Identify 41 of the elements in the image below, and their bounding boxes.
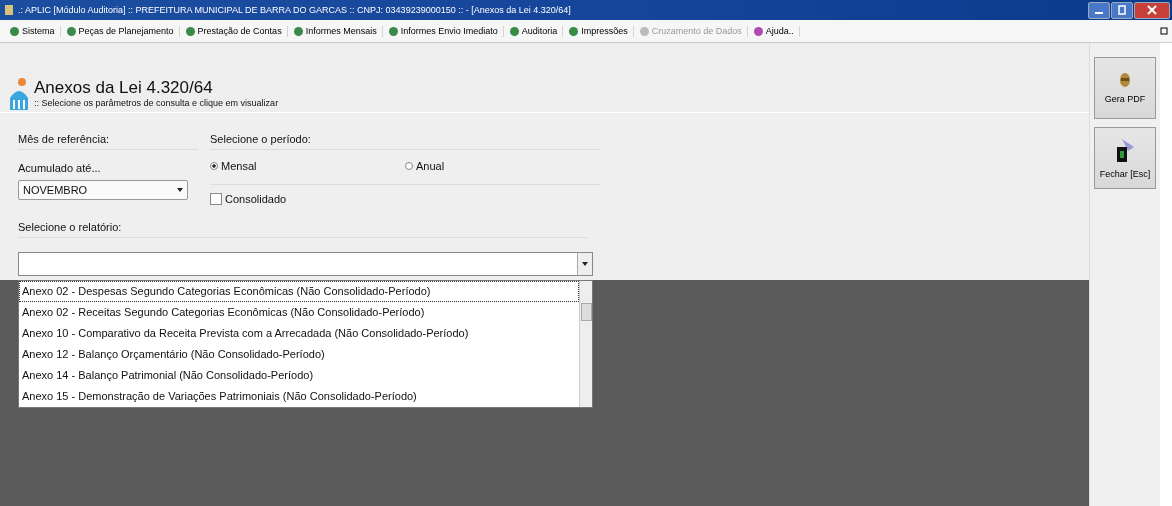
page-subtitle: :: Selecione os parâmetros de consulta e clique em visualizar (34, 97, 279, 108)
menu-item[interactable]: Ajuda.. (747, 25, 800, 37)
month-dropdown[interactable]: NOVEMBRO (18, 180, 188, 200)
menu-item[interactable]: Prestação de Contas (179, 25, 288, 37)
app-icon (4, 4, 14, 16)
maximize-icon (1117, 5, 1127, 15)
list-item[interactable]: Anexo 15 - Demonstração de Variações Patrimoniais (Não Consolidado-Período) (19, 386, 579, 407)
minimize-icon (1095, 12, 1103, 14)
list-item[interactable]: Anexo 02 - Despesas Segundo Categorias Econômicas (Não Consolidado-Período) (19, 281, 579, 302)
action-button[interactable]: Fechar [Esc] (1094, 127, 1156, 189)
menu-item[interactable]: Informes Envio Imediato (382, 25, 504, 37)
list-item[interactable]: Anexo 02 - Receitas Segundo Categorias Econômicas (Não Consolidado-Período) (19, 302, 579, 323)
building-icon (8, 75, 30, 110)
minimize-button[interactable] (1088, 1, 1110, 19)
radio-option[interactable]: Anual (405, 160, 600, 172)
close-icon (1147, 5, 1157, 15)
action-button[interactable]: Gera PDF (1094, 57, 1156, 119)
close-button[interactable] (1134, 1, 1170, 19)
caret-icon (582, 262, 588, 266)
field-label: Acumulado até... (18, 162, 102, 174)
list-item[interactable]: Anexo 10 - Comparativo da Receita Prevista com a Arrecadada (Não Consolidado-Período) (19, 323, 579, 344)
group-label: Selecione o período: (210, 133, 600, 150)
door-icon (1114, 137, 1136, 163)
group-label: Mês de referência: (18, 133, 198, 150)
menu-item[interactable]: Informes Mensais (287, 25, 383, 37)
menu-item[interactable]: Peças de Planejamento (60, 25, 180, 37)
report-dropdown[interactable] (18, 252, 593, 276)
page-title: Anexos da Lei 4.320/64 (34, 77, 214, 98)
list-item[interactable]: Anexo 12 - Balanço Orçamentário (Não Consolidado-Período) (19, 344, 579, 365)
menu-item[interactable]: Auditoria (503, 25, 564, 37)
list-item[interactable]: Anexo 14 - Balanço Patrimonial (Não Consolidado-Período) (19, 365, 579, 386)
scrollbar[interactable] (579, 281, 592, 407)
menu-item[interactable]: Impressões (563, 25, 634, 37)
consolidated-checkbox[interactable]: Consolidado (210, 193, 287, 205)
window-title: .: APLIC [Módulo Auditoria] :: PREFEITURA MUNICIPAL DE BARRA DO GARCAS :: CNPJ: 03439239000150 :: - [Anexos da Lei 4.320/64] (18, 5, 572, 15)
caret-icon (177, 188, 183, 192)
restore-icon[interactable] (1160, 27, 1168, 35)
maximize-button[interactable] (1111, 1, 1133, 19)
group-label: Selecione o relatório: (18, 221, 588, 238)
menu-item[interactable]: Sistema (4, 25, 61, 37)
radio-option[interactable]: Mensal (210, 160, 405, 172)
